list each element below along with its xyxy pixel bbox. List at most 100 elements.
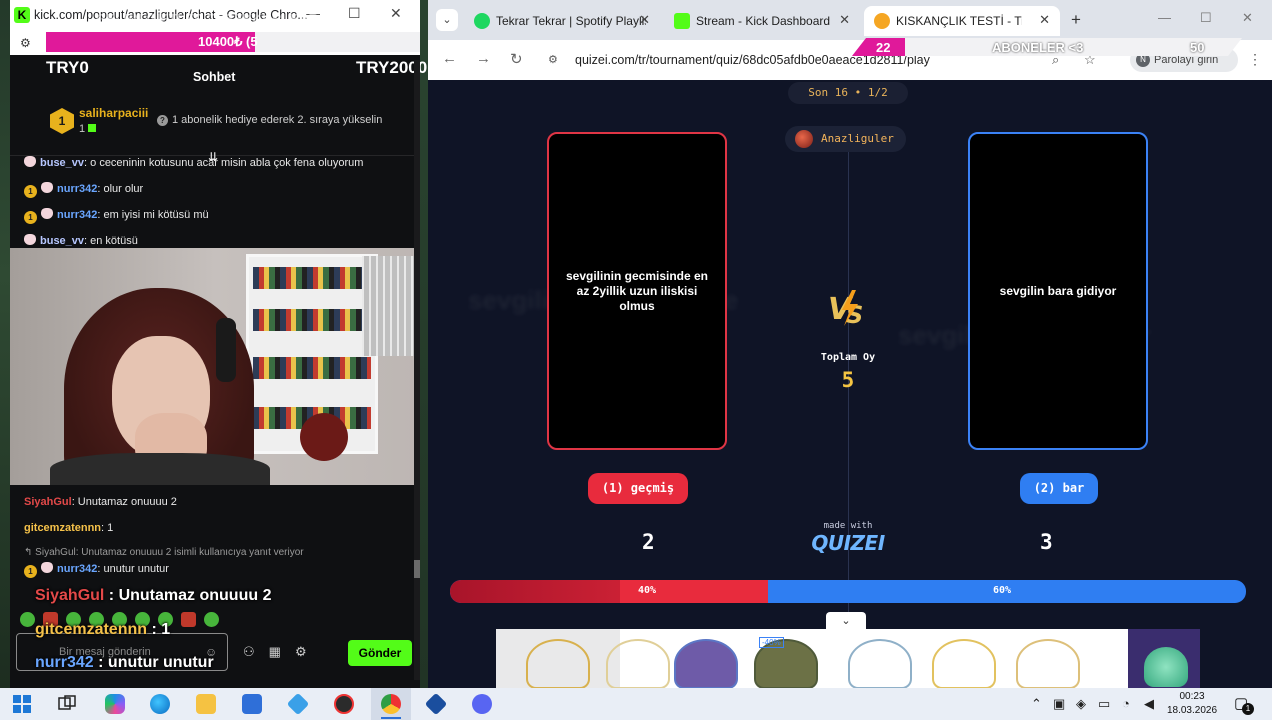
scrollbar-thumb[interactable] xyxy=(414,560,420,578)
chat-message: SiyahGul: Unutamaz onuuuu 2 xyxy=(24,496,177,508)
chat-scrollbar[interactable] xyxy=(414,60,420,680)
chat-username[interactable]: buse_vv xyxy=(40,157,84,169)
copilot-icon[interactable] xyxy=(105,694,125,714)
chat-gift-icon[interactable]: ⚇ xyxy=(243,644,255,659)
necklace-image xyxy=(606,639,670,688)
cat-emote-icon xyxy=(41,182,53,193)
discord-icon[interactable] xyxy=(472,694,492,714)
webcam-streamer-shirt xyxy=(50,453,270,485)
forward-icon[interactable]: → xyxy=(476,50,491,67)
tab-kick-dashboard[interactable]: Stream - Kick Dashboard ✕ xyxy=(664,6,860,36)
tray-app-icon[interactable]: ▣ xyxy=(1053,696,1065,712)
chat-username[interactable]: nurr342 xyxy=(57,183,97,195)
tab-close-icon[interactable]: ✕ xyxy=(839,12,850,28)
subscriber-badge: 1 xyxy=(24,211,37,224)
reload-icon[interactable]: ↻ xyxy=(510,50,523,68)
mail-icon[interactable] xyxy=(286,692,310,716)
reply-context-text: SiyahGul: Unutamaz onuuuu 2 isimli kulla… xyxy=(35,547,304,558)
emote-icon[interactable] xyxy=(204,612,219,627)
collapse-ad-chevron-icon[interactable]: ⌄ xyxy=(826,612,866,630)
total-votes-label: Toplam Oy xyxy=(820,352,876,363)
chat-message: gitcemzatennn: 1 xyxy=(24,522,113,534)
top-gifter-row: 1 saliharpaciii 1 ? 1 abonelik hediye ede… xyxy=(10,96,420,156)
close-icon[interactable]: ✕ xyxy=(390,5,402,22)
top-gifter-name[interactable]: saliharpaciii xyxy=(79,106,148,120)
tab-label: Tekrar Tekrar | Spotify Playlist xyxy=(496,14,646,28)
file-explorer-icon[interactable] xyxy=(196,694,216,714)
chrome-icon[interactable] xyxy=(381,694,401,714)
windows-start-icon[interactable] xyxy=(12,694,32,714)
chat-message: buse_vv: en kötüsü xyxy=(24,234,138,247)
subscriber-badge: 1 xyxy=(24,565,37,578)
more-menu-icon[interactable]: ⋮ xyxy=(1248,51,1262,68)
advertisement-banner[interactable]: -40% xyxy=(496,629,1200,688)
quiz-author[interactable]: Anazliguler xyxy=(785,126,906,152)
chat-username[interactable]: nurr342 xyxy=(57,563,97,575)
help-icon: ? xyxy=(157,115,168,126)
clock-date: 18.03.2026 xyxy=(1166,705,1218,716)
tray-overflow-icon[interactable]: ⌃ xyxy=(1031,696,1042,712)
choice-card-right[interactable]: sevgilin bara gidiyor xyxy=(968,132,1148,450)
overlay-chat-text: : unutur unutur xyxy=(93,654,214,671)
tab-spotify[interactable]: Tekrar Tekrar | Spotify Playlist ✕ xyxy=(464,6,660,36)
chat-text: : unutur unutur xyxy=(97,563,169,575)
quizei-logo[interactable]: QUIZEI xyxy=(808,531,888,555)
tray-app-icon[interactable]: ◈ xyxy=(1076,696,1086,712)
cat-emote-icon xyxy=(24,156,36,167)
chat-username[interactable]: nurr342 xyxy=(57,209,97,221)
swan-logo-icon xyxy=(1144,647,1188,687)
tab-quiz[interactable]: KISKANÇLIK TESTİ - Tier List ✕ xyxy=(864,6,1060,36)
task-view-icon[interactable] xyxy=(57,694,77,714)
chat-text: : em iyisi mi kötüsü mü xyxy=(97,209,209,221)
versus-icon: V S xyxy=(828,290,863,328)
battery-icon[interactable]: ▭ xyxy=(1098,696,1110,712)
tab-close-icon[interactable]: ✕ xyxy=(1039,12,1050,28)
webcam-feed xyxy=(10,248,420,485)
stream-overlay-gift-title: GELEN GİFTLER TEŞEKKÜRLERR <3 xyxy=(96,11,338,26)
volume-icon[interactable]: ◀ xyxy=(1144,696,1154,712)
total-votes-value: 5 xyxy=(841,368,855,392)
maximize-icon[interactable]: ☐ xyxy=(1200,10,1212,26)
choice-card-left[interactable]: sevgilinin gecmisinde en az 2yillik uzun… xyxy=(547,132,727,450)
send-button[interactable]: Gönder xyxy=(348,640,412,666)
vote-button-right[interactable]: (2) bar xyxy=(1020,473,1098,504)
site-info-icon[interactable]: ⚙ xyxy=(548,53,558,66)
chat-text: : en kötüsü xyxy=(84,235,138,247)
vote-button-left[interactable]: (1) geçmiş xyxy=(588,473,688,504)
kick-icon xyxy=(674,13,690,29)
notification-icon[interactable]: ▢ 1 xyxy=(1234,694,1254,715)
chat-settings-icon[interactable]: ⚙ xyxy=(295,644,307,659)
edge-icon[interactable] xyxy=(150,694,170,714)
minimize-icon[interactable]: — xyxy=(1158,10,1171,25)
emote-icon[interactable] xyxy=(20,612,35,627)
overlay-chat-text: : 1 xyxy=(147,621,171,638)
webcam-teddy-bear xyxy=(300,413,348,461)
tab-search-chevron-icon[interactable]: ⌄ xyxy=(436,9,458,31)
wifi-icon[interactable]: ◔ xyxy=(1122,696,1130,711)
chat-text: : Unutamaz onuuuu 2 xyxy=(71,496,177,508)
system-clock[interactable]: 00:23 18.03.2026 xyxy=(1166,690,1218,718)
vote-count-left: 2 xyxy=(642,530,655,554)
cat-emote-icon xyxy=(41,562,53,573)
chat-store-icon[interactable]: ▦ xyxy=(269,644,281,659)
choice-text-left: sevgilinin gecmisinde en az 2yillik uzun… xyxy=(565,268,709,313)
chat-username[interactable]: SiyahGul xyxy=(24,496,72,508)
chat-message: 1 nurr342: em iyisi mi kötüsü mü xyxy=(24,208,209,224)
close-icon[interactable]: ✕ xyxy=(1242,10,1253,26)
maximize-icon[interactable]: ☐ xyxy=(348,5,361,22)
new-tab-icon[interactable]: + xyxy=(1071,10,1081,30)
site-settings-icon[interactable]: ⚙ xyxy=(20,36,31,50)
vote-result-bar: 40% 60% xyxy=(450,580,1246,603)
necklace-image xyxy=(848,639,912,688)
emote-icon[interactable] xyxy=(181,612,196,627)
author-avatar xyxy=(795,130,813,148)
vscode-icon[interactable] xyxy=(424,692,448,716)
chat-message: buse_vv: o ceceninin kotusunu acar misin… xyxy=(24,156,363,169)
chat-username[interactable]: buse_vv xyxy=(40,235,84,247)
obs-icon[interactable] xyxy=(334,694,354,714)
back-icon[interactable]: ← xyxy=(442,50,457,67)
overlay-chat-line: gitcemzatennn : 1 xyxy=(35,621,170,639)
chat-username[interactable]: gitcemzatennn xyxy=(24,522,101,534)
tab-close-icon[interactable]: ✕ xyxy=(639,12,650,28)
store-icon[interactable] xyxy=(242,694,262,714)
